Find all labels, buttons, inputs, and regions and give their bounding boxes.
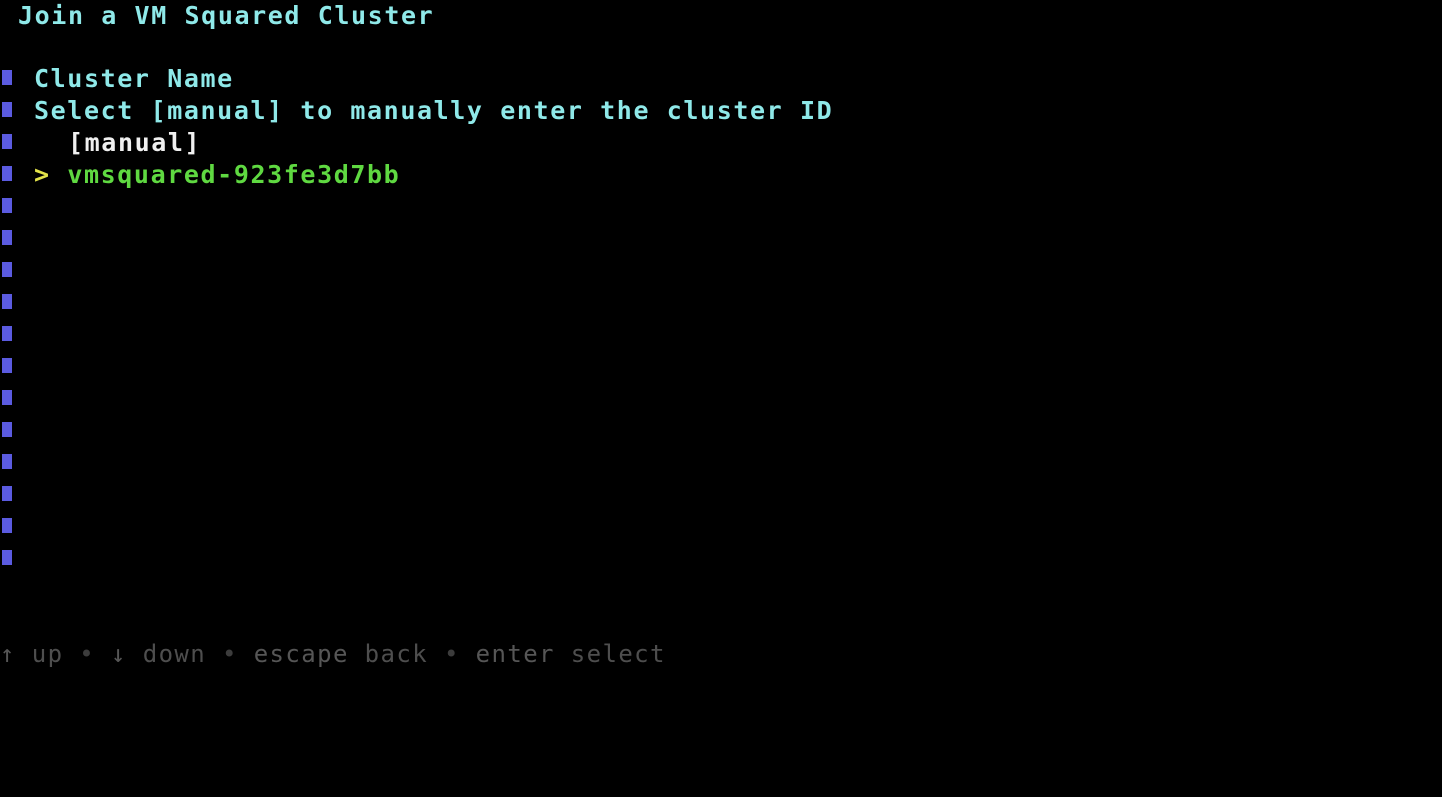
prompt-label: Cluster Name bbox=[34, 64, 234, 93]
help-key-enter[interactable]: enter bbox=[476, 640, 555, 668]
option-label-text: vmsquared-923fe3d7bb bbox=[67, 160, 401, 189]
option-item-cluster-id[interactable]: > vmsquared-923fe3d7bb bbox=[34, 159, 400, 191]
terminal-screen: Join a VM Squared Cluster Cluster Name S… bbox=[0, 0, 1442, 797]
help-action-up: up bbox=[31, 640, 64, 668]
help-action-back: back bbox=[364, 640, 429, 668]
prompt-body: Cluster Name Select [manual] to manually… bbox=[0, 0, 1442, 797]
help-separator-1: • bbox=[79, 640, 96, 668]
help-separator-2: • bbox=[221, 640, 238, 668]
option-item-manual[interactable]: [manual] bbox=[34, 127, 201, 159]
option-label: vmsquared-923fe3d7bb bbox=[51, 160, 401, 189]
help-key-up[interactable]: ↑ bbox=[0, 640, 16, 668]
help-action-select: select bbox=[570, 640, 666, 668]
prompt-description: Select [manual] to manually enter the cl… bbox=[34, 96, 834, 125]
help-key-down[interactable]: ↓ bbox=[111, 640, 127, 668]
help-key-escape[interactable]: escape bbox=[254, 640, 349, 668]
help-action-down: down bbox=[142, 640, 207, 668]
selection-cursor-icon: > bbox=[34, 160, 51, 189]
help-separator-3: • bbox=[443, 640, 460, 668]
help-bar: ↑ up • ↓ down • escape back • enter sele… bbox=[0, 639, 666, 669]
